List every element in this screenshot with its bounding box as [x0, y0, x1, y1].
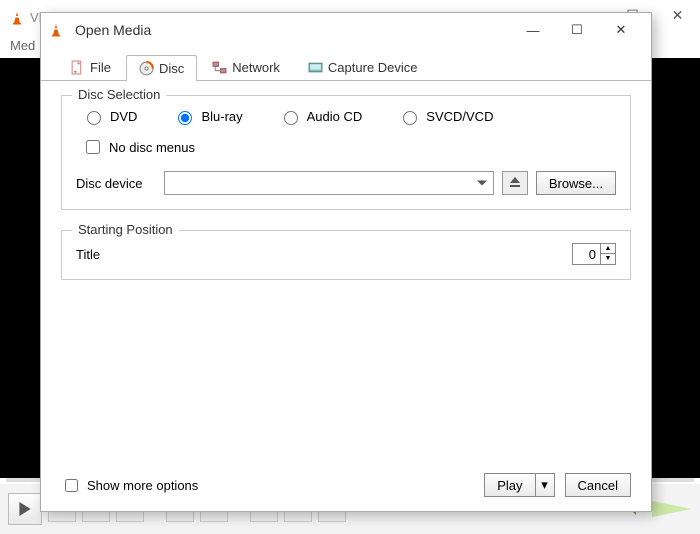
play-dropdown-button[interactable]: ▾ — [535, 473, 555, 497]
open-media-dialog: Open Media — ☐ ✕ File Disc Network Captu… — [40, 12, 652, 512]
dialog-maximize-button[interactable]: ☐ — [555, 16, 599, 44]
show-more-options-label: Show more options — [87, 478, 198, 493]
capture-icon — [308, 60, 323, 75]
radio-audiocd-label: Audio CD — [307, 109, 363, 124]
vlc-cone-icon — [10, 11, 24, 25]
vlc-menu-partial: Med — [10, 38, 35, 53]
radio-dvd[interactable]: DVD — [82, 108, 137, 125]
play-button-main[interactable] — [8, 493, 42, 525]
radio-svcd-label: SVCD/VCD — [426, 109, 493, 124]
no-disc-menus-checkbox[interactable]: No disc menus — [76, 137, 616, 157]
dialog-title: Open Media — [75, 22, 151, 38]
disc-selection-group: Disc Selection DVD Blu-ray Audio CD SVCD… — [61, 95, 631, 210]
tab-capture[interactable]: Capture Device — [295, 54, 431, 80]
dialog-minimize-button[interactable]: — — [511, 16, 555, 44]
radio-bluray[interactable]: Blu-ray — [173, 108, 242, 125]
radio-dvd-label: DVD — [110, 109, 137, 124]
disc-device-select[interactable] — [164, 171, 494, 195]
spinner-up-button[interactable]: ▲ — [601, 244, 615, 254]
disc-device-label: Disc device — [76, 176, 156, 191]
title-label: Title — [76, 247, 100, 262]
dialog-footer: Show more options Play ▾ Cancel — [41, 465, 651, 511]
file-icon — [70, 60, 85, 75]
tab-disc[interactable]: Disc — [126, 55, 197, 81]
disc-icon — [139, 61, 154, 76]
tab-row: File Disc Network Capture Device — [41, 51, 651, 81]
play-split-button: Play ▾ — [484, 473, 554, 497]
spinner-down-button[interactable]: ▼ — [601, 254, 615, 264]
no-disc-menus-label: No disc menus — [109, 140, 195, 155]
show-more-options-checkbox[interactable]: Show more options — [61, 476, 198, 495]
dialog-close-button[interactable]: ✕ — [599, 16, 643, 44]
network-icon — [212, 60, 227, 75]
tab-network[interactable]: Network — [199, 54, 293, 80]
cancel-button[interactable]: Cancel — [565, 473, 631, 497]
tab-file[interactable]: File — [57, 54, 124, 80]
title-spinner[interactable]: ▲ ▼ — [572, 243, 616, 265]
starting-position-group: Starting Position Title ▲ ▼ — [61, 230, 631, 280]
tab-file-label: File — [90, 60, 111, 75]
radio-audiocd[interactable]: Audio CD — [279, 108, 363, 125]
dialog-cone-icon — [49, 23, 63, 37]
radio-svcd[interactable]: SVCD/VCD — [398, 108, 493, 125]
title-value-input[interactable] — [573, 246, 600, 263]
browse-button[interactable]: Browse... — [536, 171, 616, 195]
volume-slider[interactable] — [652, 501, 692, 517]
dialog-content: Disc Selection DVD Blu-ray Audio CD SVCD… — [41, 81, 651, 465]
eject-icon — [509, 176, 521, 191]
chevron-down-icon: ▾ — [541, 477, 548, 493]
tab-disc-label: Disc — [159, 61, 184, 76]
eject-button[interactable] — [502, 171, 528, 195]
tab-capture-label: Capture Device — [328, 60, 418, 75]
disc-selection-legend: Disc Selection — [72, 87, 166, 102]
dialog-titlebar: Open Media — ☐ ✕ — [41, 13, 651, 47]
radio-bluray-label: Blu-ray — [201, 109, 242, 124]
bg-close-button[interactable]: ✕ — [655, 0, 700, 30]
tab-network-label: Network — [232, 60, 280, 75]
play-button[interactable]: Play — [484, 473, 534, 497]
starting-position-legend: Starting Position — [72, 222, 179, 237]
